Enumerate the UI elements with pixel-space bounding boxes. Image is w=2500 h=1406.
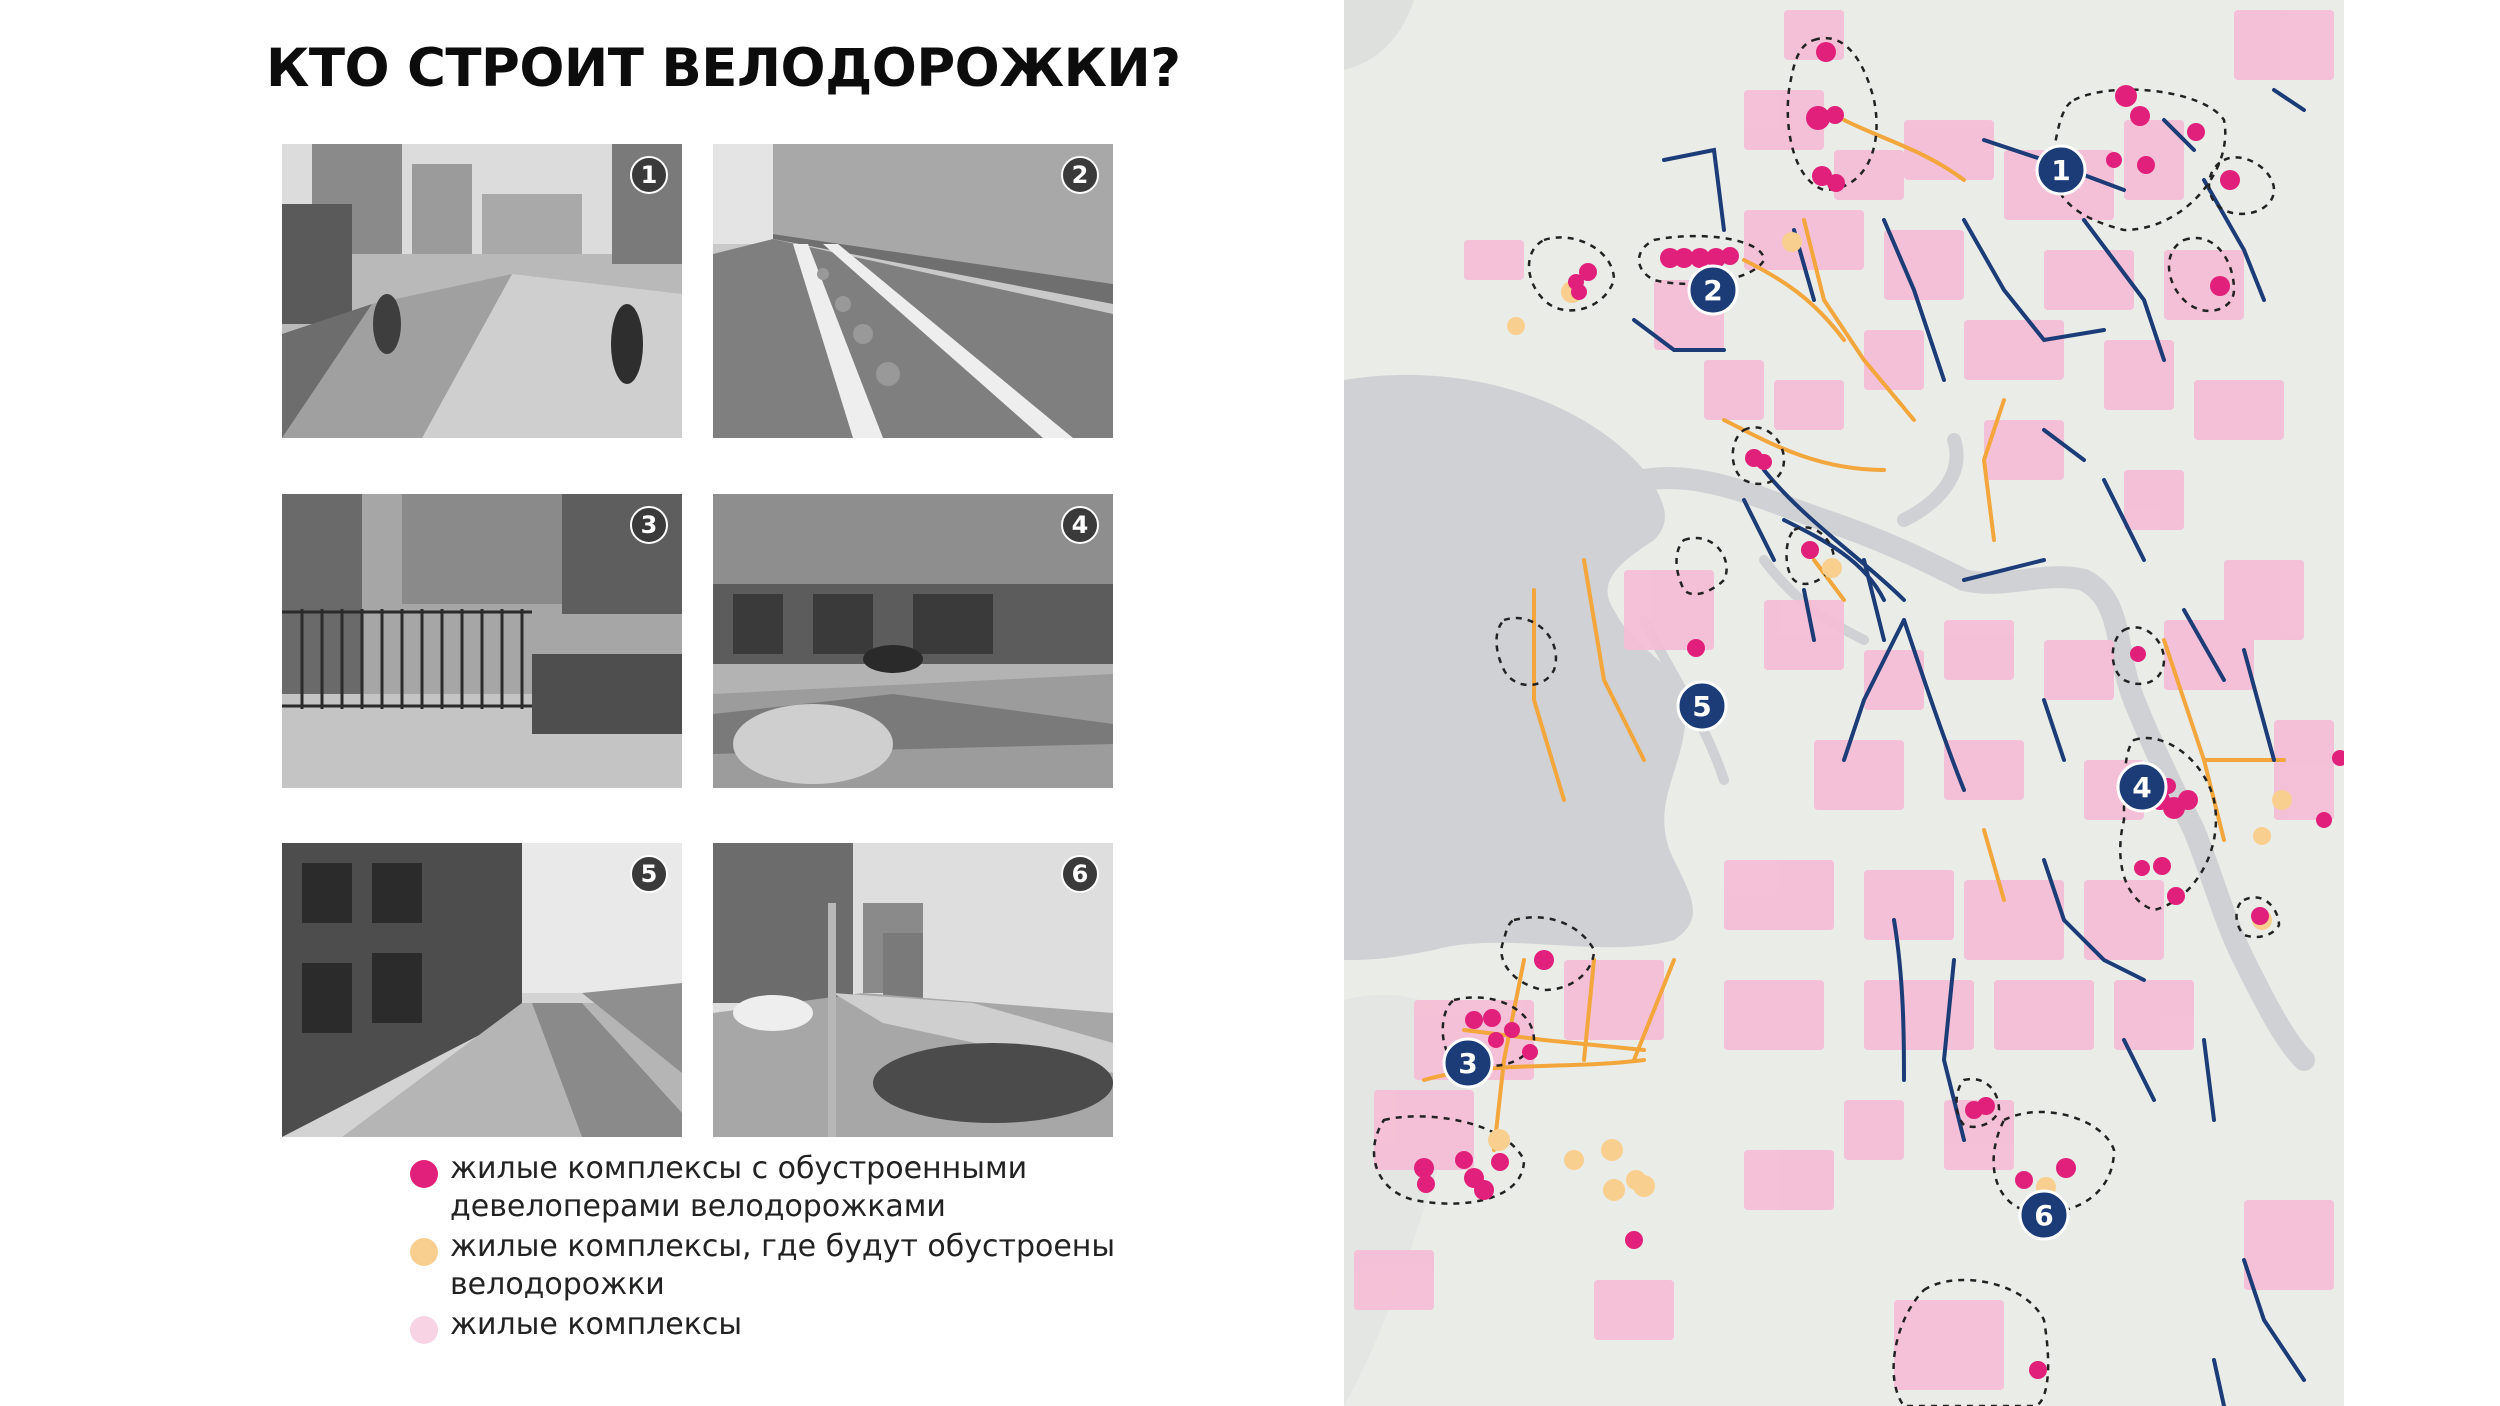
legend-text-residential: жилые комплексы (450, 1307, 743, 1342)
photo-1-image (282, 144, 682, 438)
map-canvas: 1 2 3 4 5 6 (1344, 0, 2344, 1406)
map-badge-5: 5 (1676, 680, 1728, 732)
photo-1: 1 (282, 144, 682, 438)
legend-item-residential: жилые комплексы (410, 1306, 1170, 1344)
legend-dot-future (410, 1238, 438, 1266)
photo-5-image (282, 843, 682, 1137)
svg-text:5: 5 (1692, 690, 1711, 723)
photo-4: 4 (713, 494, 1113, 788)
svg-text:2: 2 (1703, 274, 1722, 307)
photo-3-badge: 3 (630, 506, 668, 544)
svg-text:3: 3 (1458, 1047, 1477, 1080)
legend-text-developer: жилые комплексы с обустроенными девелопе… (450, 1151, 1028, 1224)
map-badge-1: 1 (2035, 144, 2087, 196)
photo-1-badge: 1 (630, 156, 668, 194)
photo-2-image (713, 144, 1113, 438)
legend-item-future: жилые комплексы, где будут обустроены ве… (410, 1228, 1170, 1304)
legend-text-future: жилые комплексы, где будут обустроены ве… (450, 1229, 1116, 1302)
city-map: 1 2 3 4 5 6 (1344, 0, 2344, 1406)
photo-3-image (282, 494, 682, 788)
svg-text:6: 6 (2034, 1199, 2053, 1232)
map-badge-2: 2 (1687, 264, 1739, 316)
map-badge-6: 6 (2018, 1189, 2070, 1241)
map-badge-3: 3 (1442, 1037, 1494, 1089)
photo-5-badge: 5 (630, 855, 668, 893)
svg-text:1: 1 (2051, 154, 2070, 187)
photo-4-badge: 4 (1061, 506, 1099, 544)
legend-dot-residential (410, 1316, 438, 1344)
legend-item-developer: жилые комплексы с обустроенными девелопе… (410, 1150, 1170, 1226)
legend: жилые комплексы с обустроенными девелопе… (410, 1150, 1170, 1346)
legend-dot-developer (410, 1160, 438, 1188)
photo-5: 5 (282, 843, 682, 1137)
page-title: КТО СТРОИТ ВЕЛОДОРОЖКИ? (266, 38, 1181, 99)
photo-6-image (713, 843, 1113, 1137)
map-badge-4: 4 (2116, 761, 2168, 813)
photo-3: 3 (282, 494, 682, 788)
photo-6: 6 (713, 843, 1113, 1137)
photo-2-badge: 2 (1061, 156, 1099, 194)
svg-text:4: 4 (2132, 771, 2151, 804)
photo-2: 2 (713, 144, 1113, 438)
photo-6-badge: 6 (1061, 855, 1099, 893)
photo-4-image (713, 494, 1113, 788)
